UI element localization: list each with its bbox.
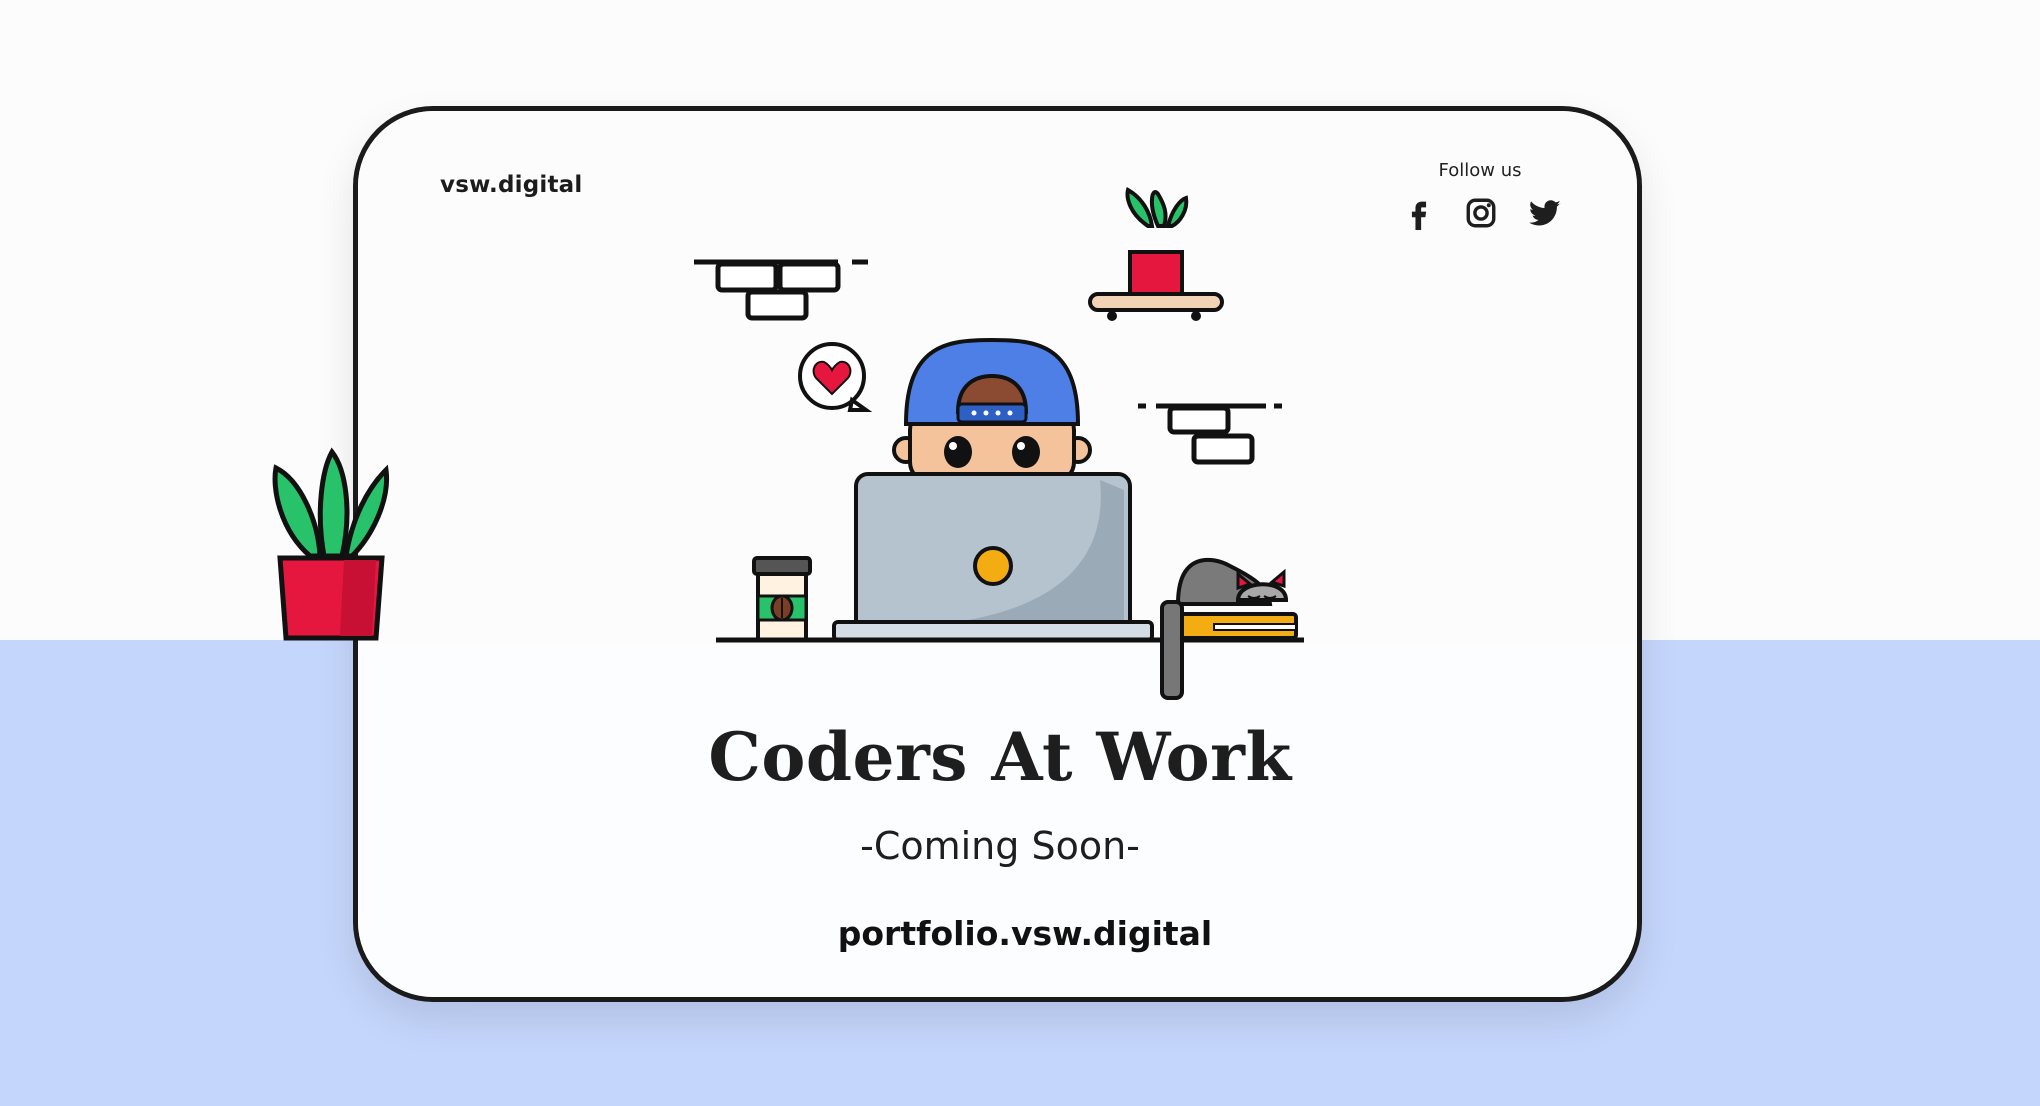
instagram-icon[interactable] [1464,196,1498,230]
portfolio-link[interactable]: portfolio.vsw.digital [760,914,1290,953]
page-subtitle: -Coming Soon- [860,824,1140,868]
facebook-icon[interactable] [1402,196,1436,230]
twitter-icon[interactable] [1528,196,1562,230]
follow-us-label: Follow us [1438,160,1522,181]
brand-logo[interactable]: vsw.digital [440,172,583,198]
page-title: Coders At Work [708,718,1292,796]
